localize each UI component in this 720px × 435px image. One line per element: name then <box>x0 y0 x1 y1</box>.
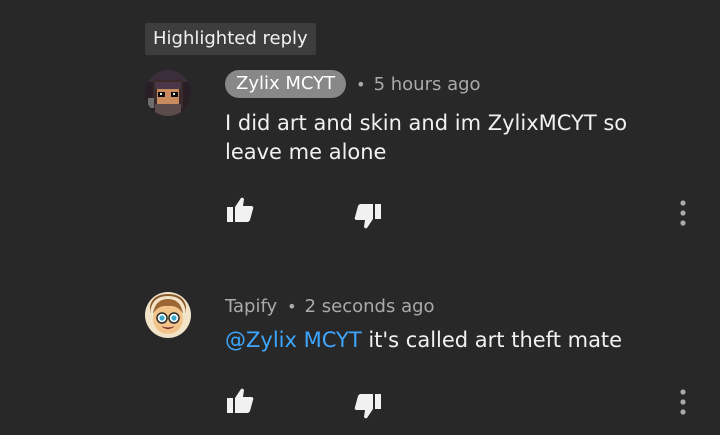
more-vertical-icon <box>680 200 686 226</box>
comment-1-author[interactable]: Zylix MCYT <box>225 70 347 98</box>
comment-2-dislike-button[interactable] <box>351 389 385 423</box>
more-vertical-icon <box>680 389 686 415</box>
avatar-tapify-image <box>145 292 191 338</box>
avatar-zylix-image <box>145 70 191 116</box>
avatar-tapify[interactable] <box>145 292 191 338</box>
comment-2-author[interactable]: Tapify <box>225 296 277 317</box>
thumbs-down-icon <box>354 394 381 419</box>
comment-1-time[interactable]: 5 hours ago <box>374 74 481 95</box>
comment-2-like-button[interactable] <box>223 384 257 418</box>
thumbs-up-icon <box>227 197 254 222</box>
comment-1-separator: • <box>356 74 366 94</box>
avatar-zylix[interactable] <box>145 70 191 116</box>
thumbs-up-icon <box>227 388 254 413</box>
comment-1-meta: Zylix MCYT • 5 hours ago <box>225 70 481 98</box>
comment-2-body: it's called art theft mate <box>361 328 623 352</box>
comment-2-separator: • <box>287 296 297 316</box>
thumbs-down-icon <box>354 204 381 229</box>
highlighted-reply-badge: Highlighted reply <box>145 23 316 55</box>
comment-1-dislike-button[interactable] <box>351 199 385 233</box>
comment-1-more-button[interactable] <box>666 196 700 230</box>
comment-2-time[interactable]: 2 seconds ago <box>305 296 435 317</box>
comment-1-text: I did art and skin and im ZylixMCYT so l… <box>225 111 628 164</box>
comment-2-meta: Tapify • 2 seconds ago <box>225 293 435 319</box>
comment-2-mention[interactable]: @Zylix MCYT <box>225 328 362 352</box>
comment-thread: Highlighted reply Zylix MCYT • 5 hours a… <box>0 0 720 435</box>
comment-2-text: @Zylix MCYT it's called art theft mate <box>225 326 685 355</box>
comment-1-like-button[interactable] <box>223 193 257 227</box>
comment-2-more-button[interactable] <box>666 385 700 419</box>
